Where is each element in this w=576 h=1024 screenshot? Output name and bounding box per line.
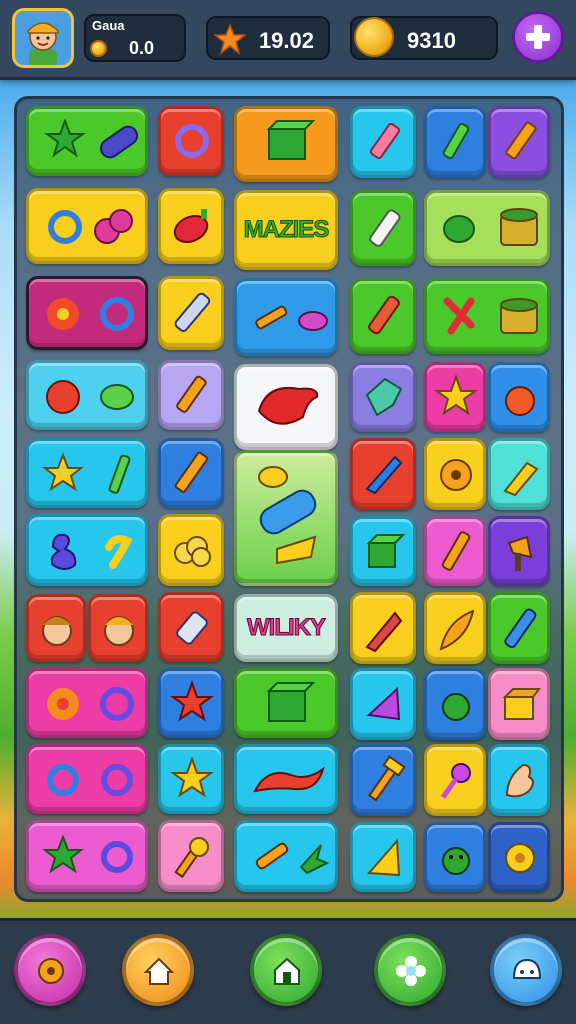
tile-red-crayon[interactable] bbox=[350, 278, 416, 354]
tile-purple-cone[interactable] bbox=[350, 668, 416, 740]
plus-icon bbox=[526, 25, 550, 49]
tile-pin-drum[interactable] bbox=[424, 278, 550, 354]
tile-green-bag[interactable] bbox=[424, 668, 486, 740]
tile-ring[interactable] bbox=[158, 106, 224, 176]
tile-hammer[interactable] bbox=[350, 744, 416, 816]
gold-value: 9310 bbox=[407, 28, 456, 53]
stars-value: 19.02 bbox=[258, 28, 314, 53]
tile-pencil-blue[interactable] bbox=[158, 438, 224, 508]
player-coins: 0.0 bbox=[128, 38, 154, 58]
tile-trowel[interactable] bbox=[488, 516, 550, 586]
tile-blue-cone[interactable] bbox=[350, 438, 416, 510]
home-icon bbox=[143, 957, 175, 985]
tile-tomato-blob[interactable] bbox=[26, 360, 148, 430]
tile-face-b[interactable] bbox=[88, 594, 148, 662]
coin-icon bbox=[354, 17, 394, 57]
tile-tool-leaf[interactable] bbox=[234, 820, 338, 892]
tile-pepper[interactable] bbox=[158, 188, 224, 264]
top-bar: Gauа 0.0 19.02 9310 bbox=[0, 0, 576, 80]
tile-word-mazies[interactable]: MAZIES bbox=[234, 190, 338, 270]
tile-triangle[interactable] bbox=[350, 822, 416, 892]
chat-button[interactable] bbox=[490, 934, 562, 1006]
tile-wave[interactable] bbox=[234, 744, 338, 814]
tile-red-star[interactable] bbox=[158, 668, 224, 738]
tile-flower-ring[interactable] bbox=[26, 276, 148, 350]
tile-orange-bag[interactable] bbox=[488, 362, 550, 432]
tile-orange-pencil[interactable] bbox=[488, 106, 550, 178]
gold-counter: 9310 bbox=[350, 16, 498, 60]
tile-roller-big[interactable] bbox=[234, 450, 338, 586]
tile-star-crayon[interactable] bbox=[26, 438, 148, 508]
flower-icon bbox=[396, 956, 426, 986]
tile-yellow-block[interactable] bbox=[488, 668, 550, 740]
tile-bird-big[interactable] bbox=[234, 364, 338, 450]
add-currency-button[interactable] bbox=[512, 11, 564, 63]
tile-feather[interactable] bbox=[424, 592, 486, 664]
tile-torch[interactable] bbox=[158, 820, 224, 892]
tile-word-wiliky[interactable]: WILIKY bbox=[234, 594, 338, 662]
tile-tools[interactable] bbox=[234, 278, 338, 356]
home-button[interactable] bbox=[122, 934, 194, 1006]
word-label: WILIKY bbox=[247, 614, 327, 642]
tile-star-yellow[interactable] bbox=[158, 744, 224, 814]
tile-yellow-star[interactable] bbox=[424, 362, 486, 432]
tile-tube[interactable] bbox=[158, 360, 224, 430]
tile-glue[interactable] bbox=[158, 592, 224, 662]
tile-cloud[interactable] bbox=[158, 514, 224, 586]
avatar-icon bbox=[27, 22, 59, 65]
tile-flower-ring-2[interactable] bbox=[26, 668, 148, 738]
tile-ampersand[interactable] bbox=[26, 514, 148, 586]
tile-green-cube[interactable] bbox=[350, 516, 416, 586]
tile-box-2[interactable] bbox=[234, 668, 338, 738]
tile-box[interactable] bbox=[234, 106, 338, 182]
tile-frog[interactable] bbox=[424, 822, 486, 892]
flower-button[interactable] bbox=[374, 934, 446, 1006]
tile-green-crayon[interactable] bbox=[424, 106, 486, 178]
tile-cookie[interactable] bbox=[424, 438, 486, 510]
tile-green-gem[interactable] bbox=[350, 362, 416, 432]
tile-pink-crayon[interactable] bbox=[350, 106, 416, 178]
tile-white-crayon[interactable] bbox=[350, 190, 416, 266]
tile-gear[interactable] bbox=[488, 822, 550, 892]
player-name: Gauа bbox=[92, 18, 125, 33]
tile-pink-stick[interactable] bbox=[424, 516, 486, 586]
coin-icon bbox=[90, 40, 107, 57]
shop-icon bbox=[274, 957, 300, 985]
tile-blue-crayon[interactable] bbox=[488, 592, 550, 664]
tile-lollipop[interactable] bbox=[424, 744, 486, 816]
tile-glove[interactable] bbox=[488, 744, 550, 816]
shop-button[interactable] bbox=[250, 934, 322, 1006]
tile-leaf-drum[interactable] bbox=[424, 190, 550, 266]
player-panel: Gauа 0.0 bbox=[84, 14, 186, 62]
settings-button[interactable] bbox=[14, 934, 86, 1006]
tile-star-capsule[interactable] bbox=[26, 106, 148, 176]
tile-face-a[interactable] bbox=[26, 594, 86, 662]
word-label: MAZIES bbox=[243, 216, 330, 244]
tile-brush[interactable] bbox=[488, 438, 550, 510]
tile-marker[interactable] bbox=[158, 276, 224, 350]
stars-counter: 19.02 bbox=[206, 16, 330, 60]
chat-icon bbox=[512, 958, 542, 979]
tile-carrot-yellow[interactable] bbox=[350, 592, 416, 664]
tile-star-ring[interactable] bbox=[26, 820, 148, 892]
tile-rings[interactable] bbox=[26, 744, 148, 814]
star-icon bbox=[214, 23, 246, 55]
tile-ring-berries[interactable] bbox=[26, 188, 148, 264]
player-avatar[interactable] bbox=[12, 8, 74, 68]
gear-icon bbox=[38, 958, 64, 984]
